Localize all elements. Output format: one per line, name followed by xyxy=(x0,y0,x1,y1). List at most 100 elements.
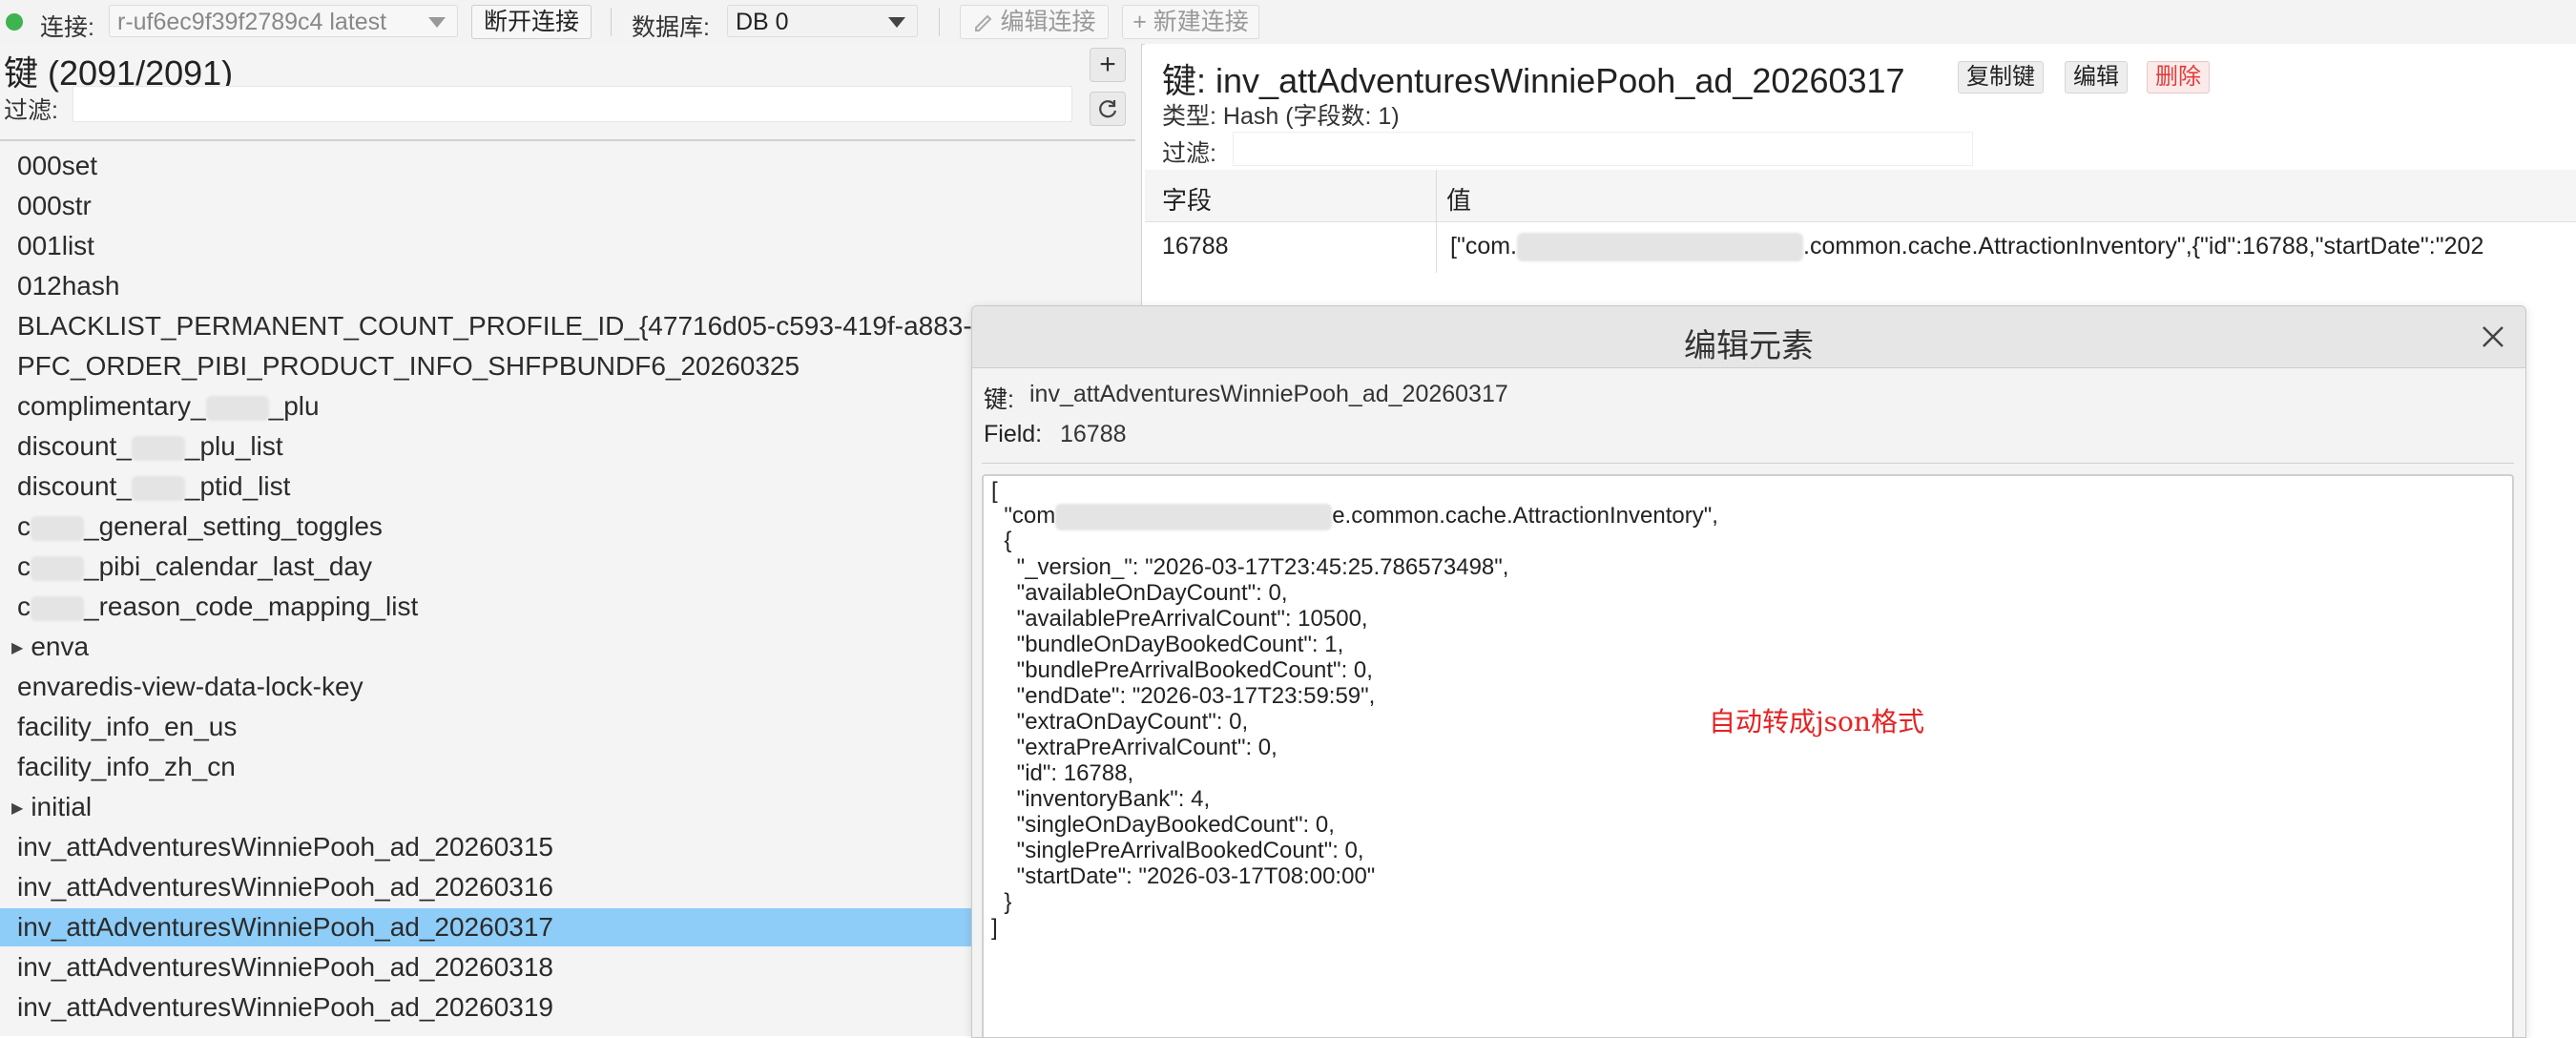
toolbar: 连接: r-uf6ec9f39f2789c4 latest 断开连接 数据库: … xyxy=(0,0,2576,45)
close-icon xyxy=(2483,326,2503,347)
key-folder[interactable]: ▶ enva xyxy=(0,628,1135,666)
key-label: inv_attAdventuresWinniePooh_ad_20260315 xyxy=(17,832,553,862)
dialog-divider xyxy=(982,463,2514,464)
json-line: "inventoryBank": 4, xyxy=(991,786,1211,812)
key-item[interactable]: 001list xyxy=(0,227,1135,265)
key-item[interactable]: inv_attAdventuresWinniePooh_ad_20260316 xyxy=(0,868,1135,906)
key-label: BLACKLIST_PERMANENT_COUNT_PROFILE_ID_{47… xyxy=(17,311,1001,341)
key-label-prefix: c xyxy=(17,592,31,621)
key-label: 012hash xyxy=(17,271,120,301)
redacted-text xyxy=(31,555,84,581)
redacted-text xyxy=(1055,503,1333,530)
connection-value: r-uf6ec9f39f2789c4 latest xyxy=(117,9,387,35)
dialog-field-label: Field: xyxy=(984,421,1043,447)
json-line: "com e.common.cache.AttractionInventory", xyxy=(991,503,1718,530)
connection-status-icon xyxy=(6,13,23,31)
key-label: inv_attAdventuresWinniePooh_ad_20260317 xyxy=(17,912,553,942)
edit-connection-label: 编辑连接 xyxy=(1000,9,1096,35)
json-line: "bundleOnDayBookedCount": 1, xyxy=(991,632,1344,657)
key-label: envaredis-view-data-lock-key xyxy=(17,672,364,701)
value-cell: ["com. .common.cache.AttractionInventory"… xyxy=(1450,233,2484,262)
key-item[interactable]: inv_attAdventuresWinniePooh_ad_20260315 xyxy=(0,828,1135,866)
key-filter-input[interactable] xyxy=(73,86,1072,122)
add-key-button[interactable]: + xyxy=(1090,48,1126,82)
key-item[interactable]: PFC_ORDER_PIBI_PRODUCT_INFO_SHFPBUNDF6_2… xyxy=(0,347,1135,385)
key-label: inv_attAdventuresWinniePooh_ad_20260318 xyxy=(17,952,553,982)
key-item[interactable]: 012hash xyxy=(0,267,1135,305)
delete-button[interactable]: 删除 xyxy=(2147,61,2210,93)
key-item[interactable]: c _general_setting_toggles xyxy=(0,508,1135,546)
value-text-prefix: ["com. xyxy=(1450,233,1517,260)
edit-connection-button[interactable]: 编辑连接 xyxy=(960,5,1109,39)
connection-select[interactable]: r-uf6ec9f39f2789c4 latest xyxy=(109,5,458,37)
json-line: "singleOnDayBookedCount": 0, xyxy=(991,812,1335,838)
expand-arrow-icon[interactable]: ▶ xyxy=(11,790,23,826)
json-line: "extraOnDayCount": 0, xyxy=(991,709,1249,735)
key-label-prefix: complimentary_ xyxy=(17,391,206,421)
key-label-suffix: _ptid_list xyxy=(184,471,291,501)
key-label-prefix: discount_ xyxy=(17,431,132,461)
key-item[interactable]: discount_ _plu_list xyxy=(0,427,1135,466)
key-item[interactable]: BLACKLIST_PERMANENT_COUNT_PROFILE_ID_{47… xyxy=(0,307,1135,345)
key-item[interactable]: discount_ _ptid_list xyxy=(0,467,1135,506)
new-connection-button[interactable]: + 新建连接 xyxy=(1122,5,1259,39)
key-label: 000set xyxy=(17,151,98,180)
key-label-prefix: discount_ xyxy=(17,471,132,501)
refresh-icon xyxy=(1099,100,1117,118)
key-item[interactable]: envaredis-view-data-lock-key xyxy=(0,668,1135,706)
json-line-suffix: e.common.cache.AttractionInventory", xyxy=(1332,503,1718,529)
chevron-down-icon xyxy=(428,17,446,28)
key-item[interactable]: 000str xyxy=(0,187,1135,225)
key-label-prefix: c xyxy=(17,551,31,581)
dialog-field-value: 16788 xyxy=(1060,421,1127,447)
key-item[interactable]: complimentary_ _plu xyxy=(0,387,1135,426)
key-label-prefix: c xyxy=(17,511,31,541)
list-divider xyxy=(0,139,1135,141)
redacted-text xyxy=(131,435,185,461)
key-item[interactable]: c _pibi_calendar_last_day xyxy=(0,548,1135,586)
redacted-text xyxy=(1517,233,1803,262)
json-editor[interactable]: [ "com e.common.cache.AttractionInventory… xyxy=(982,474,2514,1037)
key-item[interactable]: facility_info_zh_cn xyxy=(0,748,1135,786)
key-folder[interactable]: ▶ initial xyxy=(0,788,1135,826)
key-prefix-label: 键: xyxy=(1162,61,1207,100)
key-label: facility_info_en_us xyxy=(17,712,238,741)
toolbar-divider xyxy=(939,8,940,36)
edit-button[interactable]: 编辑 xyxy=(2065,61,2128,93)
connection-label: 连接: xyxy=(40,14,94,41)
annotation-text: 自动转成json格式 xyxy=(1709,706,1924,737)
key-label: inv_attAdventuresWinniePooh_ad_20260316 xyxy=(17,872,553,902)
expand-arrow-icon[interactable]: ▶ xyxy=(11,630,23,666)
folder-label: initial xyxy=(31,792,93,821)
key-item[interactable]: c _reason_code_mapping_list xyxy=(0,588,1135,626)
database-select[interactable]: DB 0 xyxy=(727,5,918,37)
key-item[interactable]: 000set xyxy=(0,147,1135,185)
key-item-selected[interactable]: inv_attAdventuresWinniePooh_ad_20260317 xyxy=(0,908,1135,946)
key-label-suffix: _plu xyxy=(268,391,320,421)
close-button[interactable] xyxy=(2476,320,2510,354)
plus-icon: + xyxy=(1099,49,1116,80)
key-item[interactable]: inv_attAdventuresWinniePooh_ad_20260319 xyxy=(0,988,1135,1027)
json-line: "extraPreArrivalCount": 0, xyxy=(991,735,1278,760)
key-item[interactable]: facility_info_en_us xyxy=(0,708,1135,746)
value-text-suffix: .common.cache.AttractionInventory",{"id"… xyxy=(1803,233,2484,260)
json-line: [ xyxy=(991,478,998,504)
json-line: } xyxy=(991,889,1012,915)
database-label: 数据库: xyxy=(632,14,710,41)
copy-key-button[interactable]: 复制键 xyxy=(1958,61,2044,93)
key-label-suffix: _reason_code_mapping_list xyxy=(84,592,419,621)
table-row[interactable]: 16788 ["com. .common.cache.AttractionInve… xyxy=(1145,221,2576,273)
key-item[interactable]: inv_attAdventuresWinniePooh_ad_20260318 xyxy=(0,948,1135,986)
redacted-text xyxy=(31,515,84,541)
json-line: "_version_": "2026-03-17T23:45:25.786573… xyxy=(991,554,1509,580)
key-label: 000str xyxy=(17,191,92,220)
refresh-button[interactable] xyxy=(1090,92,1126,126)
disconnect-button[interactable]: 断开连接 xyxy=(471,5,592,39)
json-line: "singlePreArrivalBookedCount": 0, xyxy=(991,838,1364,863)
redacted-text xyxy=(131,475,185,501)
dialog-key-label: 键: xyxy=(984,386,1014,413)
dialog-title: 编辑元素 xyxy=(1684,328,1814,364)
field-filter-input[interactable] xyxy=(1233,132,1973,166)
folder-label: enva xyxy=(31,632,90,661)
filter-label: 过滤: xyxy=(4,97,58,124)
